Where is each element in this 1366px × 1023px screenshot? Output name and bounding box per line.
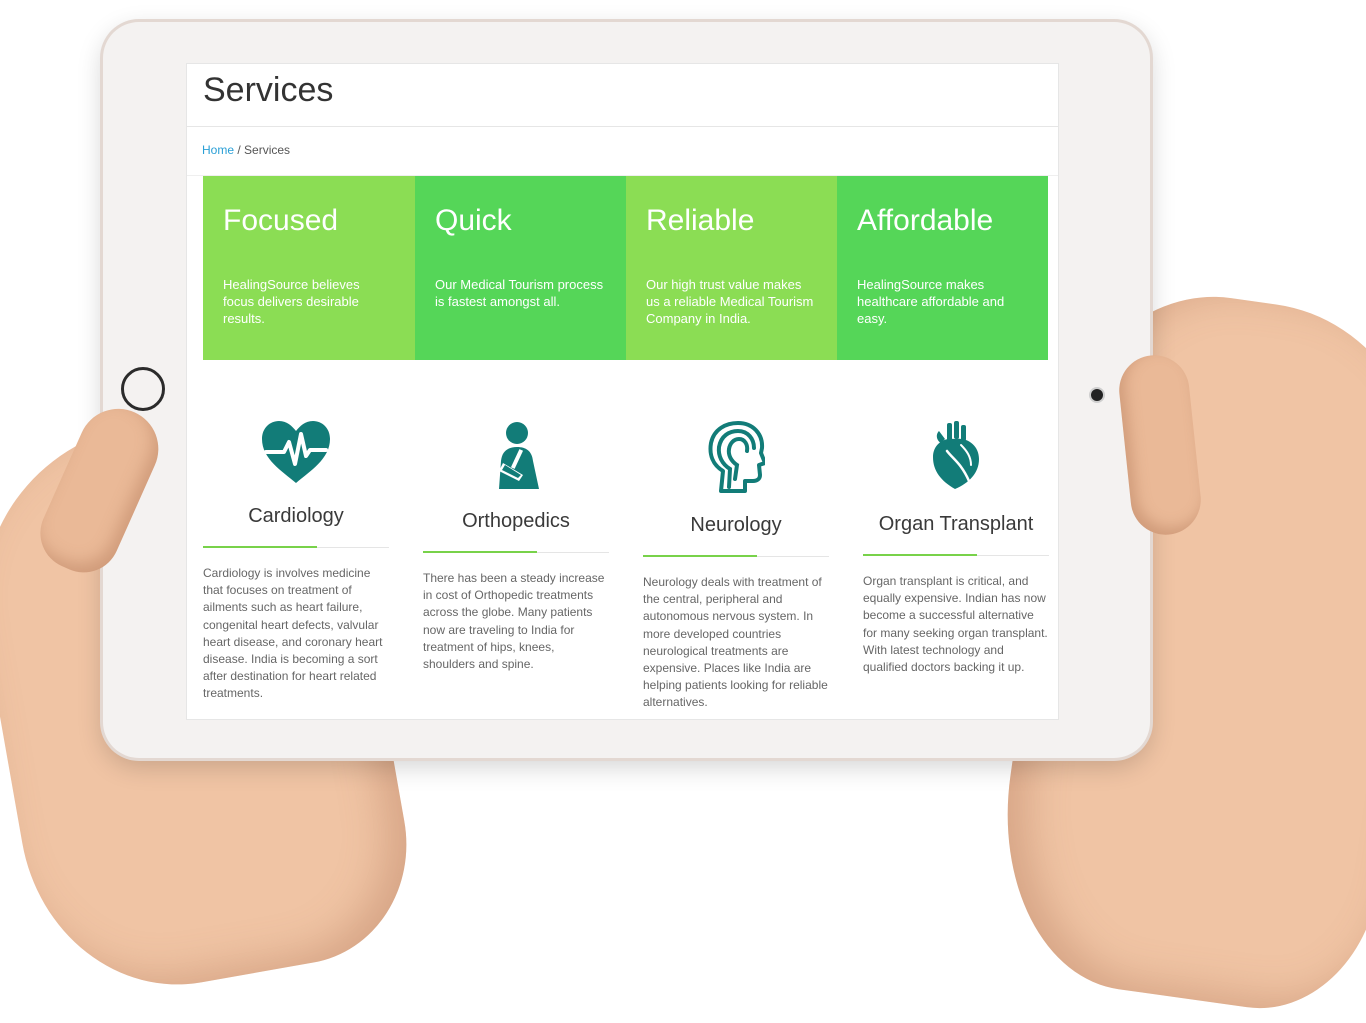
breadcrumb-separator: / bbox=[234, 143, 245, 157]
service-description: Neurology deals with treatment of the ce… bbox=[643, 575, 828, 710]
feature-quick: Quick Our Medical Tourism process is fas… bbox=[415, 176, 626, 360]
page-title: Services bbox=[203, 71, 334, 109]
service-accent-rule bbox=[203, 546, 317, 548]
feature-title: Reliable bbox=[646, 204, 755, 237]
orthopedic-patient-icon bbox=[499, 422, 539, 489]
feature-affordable: Affordable HealingSource makes healthcar… bbox=[837, 176, 1048, 360]
breadcrumb-current: Services bbox=[244, 143, 291, 157]
service-title: Organ Transplant bbox=[878, 513, 1034, 535]
service-description: There has been a steady increase in cost… bbox=[423, 571, 605, 672]
service-accent-rule bbox=[863, 554, 977, 556]
breadcrumb: Home / Services bbox=[202, 143, 290, 157]
feature-reliable: Reliable Our high trust value makes us a… bbox=[626, 176, 837, 360]
feature-title: Quick bbox=[435, 204, 512, 237]
feature-text: HealingSource believes focus delivers de… bbox=[223, 277, 360, 326]
feature-focused: Focused HealingSource believes focus del… bbox=[203, 176, 415, 360]
feature-title: Focused bbox=[223, 204, 339, 237]
breadcrumb-home-link[interactable]: Home bbox=[202, 143, 234, 157]
heart-pulse-icon bbox=[262, 421, 330, 483]
feature-text: HealingSource makes healthcare affordabl… bbox=[857, 277, 1005, 326]
service-accent-rule bbox=[423, 551, 537, 553]
tablet-home-button[interactable] bbox=[121, 367, 165, 411]
tablet-screen: Services Home / Services Focused Healing… bbox=[187, 64, 1058, 719]
header-divider bbox=[187, 126, 1058, 127]
service-title: Cardiology bbox=[248, 505, 344, 527]
anatomical-heart-icon bbox=[933, 421, 979, 489]
head-brain-icon bbox=[708, 421, 765, 493]
feature-text: Our high trust value makes us a reliable… bbox=[646, 277, 814, 326]
tablet-camera bbox=[1091, 389, 1103, 401]
service-description: Cardiology is involves medicine that foc… bbox=[203, 566, 383, 701]
feature-strip: Focused HealingSource believes focus del… bbox=[203, 176, 1048, 360]
service-description: Organ transplant is critical, and equall… bbox=[863, 574, 1048, 675]
feature-text: Our Medical Tourism process is fastest a… bbox=[435, 277, 604, 309]
service-title: Neurology bbox=[690, 514, 782, 536]
service-accent-rule bbox=[643, 555, 757, 557]
service-title: Orthopedics bbox=[462, 510, 570, 532]
feature-title: Affordable bbox=[857, 204, 994, 237]
